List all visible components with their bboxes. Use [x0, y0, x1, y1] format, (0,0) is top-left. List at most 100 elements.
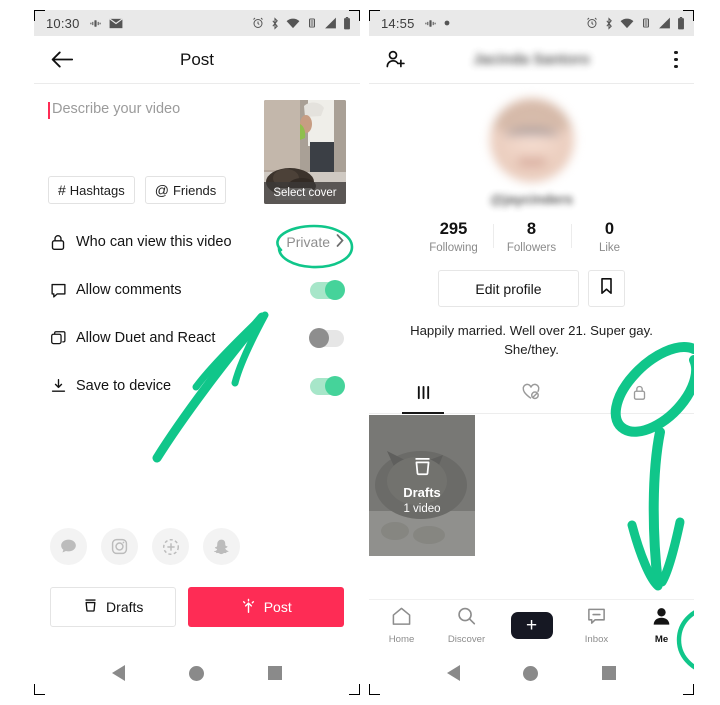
stat-value: 8 [526, 220, 537, 238]
kebab-menu-icon[interactable] [674, 50, 678, 69]
post-button-label: Post [263, 599, 292, 615]
home-nav-icon[interactable] [523, 665, 539, 681]
crop-mark [369, 684, 380, 695]
dot-icon [444, 20, 450, 26]
bluetooth-icon [270, 16, 280, 30]
lock-icon [632, 384, 647, 406]
setting-row-duet[interactable]: Allow Duet and React [34, 314, 360, 362]
grid-icon [415, 385, 432, 405]
setting-label: Allow comments [76, 282, 182, 298]
add-person-icon[interactable] [385, 49, 408, 70]
crop-mark [683, 10, 694, 21]
profile-bio: Happily married. Well over 21. Super gay… [410, 323, 653, 358]
nav-inbox-label: Inbox [584, 634, 609, 645]
chevron-right-icon [336, 234, 344, 250]
profile-stats: 295 Following 8 Followers 0 Like [369, 220, 694, 254]
crop-mark [683, 684, 694, 695]
nav-create[interactable]: + [499, 612, 564, 639]
back-nav-icon[interactable] [446, 665, 460, 681]
nav-me[interactable]: Me [629, 606, 694, 645]
stat-label: Followers [506, 242, 557, 254]
stat-following[interactable]: 295 Following [415, 220, 493, 254]
message-icon[interactable] [50, 528, 87, 565]
stat-label: Following [429, 242, 478, 254]
crop-mark [349, 10, 360, 21]
edit-profile-button[interactable]: Edit profile [438, 270, 579, 307]
home-nav-icon[interactable] [189, 665, 204, 681]
profile-tabs [369, 376, 694, 415]
nav-discover[interactable]: Discover [434, 606, 499, 645]
allow-duet-toggle[interactable] [309, 328, 344, 348]
tab-videos[interactable] [369, 376, 477, 413]
avatar-container[interactable] [369, 98, 694, 182]
cover-thumbnail[interactable]: Select cover [264, 100, 346, 204]
post-settings-list: Who can view this video Private Allow co… [34, 218, 360, 410]
duet-icon [50, 330, 76, 347]
vibrate-icon [640, 17, 652, 29]
stat-label: Like [598, 242, 621, 254]
lock-icon [50, 234, 76, 251]
nav-inbox[interactable]: Inbox [564, 606, 629, 645]
setting-row-privacy[interactable]: Who can view this video Private [34, 218, 360, 266]
bookmark-button[interactable] [588, 270, 625, 307]
avatar[interactable] [489, 98, 574, 182]
tab-private[interactable] [586, 376, 694, 413]
privacy-value[interactable]: Private [286, 234, 344, 250]
phone-left-post-screen: 10:30 Post Describe your video # Hashtag… [34, 10, 360, 695]
drafts-button-label: Drafts [106, 599, 144, 615]
select-cover-label[interactable]: Select cover [264, 182, 346, 204]
snapchat-icon[interactable] [203, 528, 240, 565]
recents-nav-icon[interactable] [268, 666, 282, 680]
stat-followers[interactable]: 8 Followers [492, 220, 571, 254]
status-bar: 14:55 [369, 10, 694, 36]
setting-label: Allow Duet and React [76, 330, 216, 346]
setting-row-save[interactable]: Save to device [34, 362, 360, 410]
back-arrow-icon[interactable] [50, 50, 73, 69]
hashtags-chip[interactable]: # Hashtags [48, 176, 135, 204]
status-time: 10:30 [46, 15, 80, 31]
share-targets-row [34, 528, 360, 565]
nav-home[interactable]: Home [369, 606, 434, 645]
profile-handle: @jaycinders [490, 191, 573, 207]
plus-icon[interactable]: + [506, 612, 557, 639]
app-bottom-nav: Home Discover + Inbox Me [369, 599, 694, 651]
vibrate-icon [89, 17, 102, 30]
at-icon: @ [154, 182, 169, 198]
wifi-icon [286, 18, 300, 29]
save-to-device-toggle[interactable] [310, 376, 345, 396]
back-nav-icon[interactable] [112, 665, 125, 681]
drafts-card[interactable]: Drafts 1 video [369, 415, 475, 557]
sparkle-arrow-icon [241, 598, 256, 617]
search-icon [456, 606, 477, 631]
profile-username[interactable]: Jacinda Santoro [369, 51, 694, 68]
bookmark-icon [599, 277, 614, 300]
caption-input[interactable]: Describe your video [48, 100, 254, 172]
drafts-card-subtitle: 1 video [403, 503, 441, 516]
instagram-story-icon[interactable] [152, 528, 189, 565]
post-button[interactable]: Post [188, 587, 344, 627]
friends-chip[interactable]: @ Friends [144, 176, 227, 204]
page-title: Post [179, 49, 215, 69]
nav-discover-label: Discover [447, 634, 486, 645]
crop-mark [369, 10, 380, 21]
stat-likes[interactable]: 0 Like [570, 220, 649, 254]
hashtags-chip-label: Hashtags [69, 182, 125, 198]
setting-row-comments[interactable]: Allow comments [34, 266, 360, 314]
screenshot-root: 10:30 Post Describe your video # Hashtag… [0, 0, 720, 705]
comment-icon [50, 282, 76, 299]
instagram-icon[interactable] [101, 528, 138, 565]
wifi-icon [620, 18, 634, 29]
stat-value: 0 [604, 220, 615, 238]
tab-liked[interactable] [477, 376, 585, 413]
hashtag-icon: # [58, 182, 66, 198]
nav-me-label: Me [654, 634, 669, 645]
post-actions: Drafts Post [34, 587, 360, 627]
person-icon [651, 606, 672, 631]
inbox-icon [586, 606, 607, 631]
setting-label: Save to device [76, 378, 172, 394]
signal-icon [658, 17, 671, 29]
recents-nav-icon[interactable] [602, 666, 617, 680]
drafts-button[interactable]: Drafts [50, 587, 177, 627]
bluetooth-icon [604, 16, 614, 30]
allow-comments-toggle[interactable] [310, 280, 345, 300]
